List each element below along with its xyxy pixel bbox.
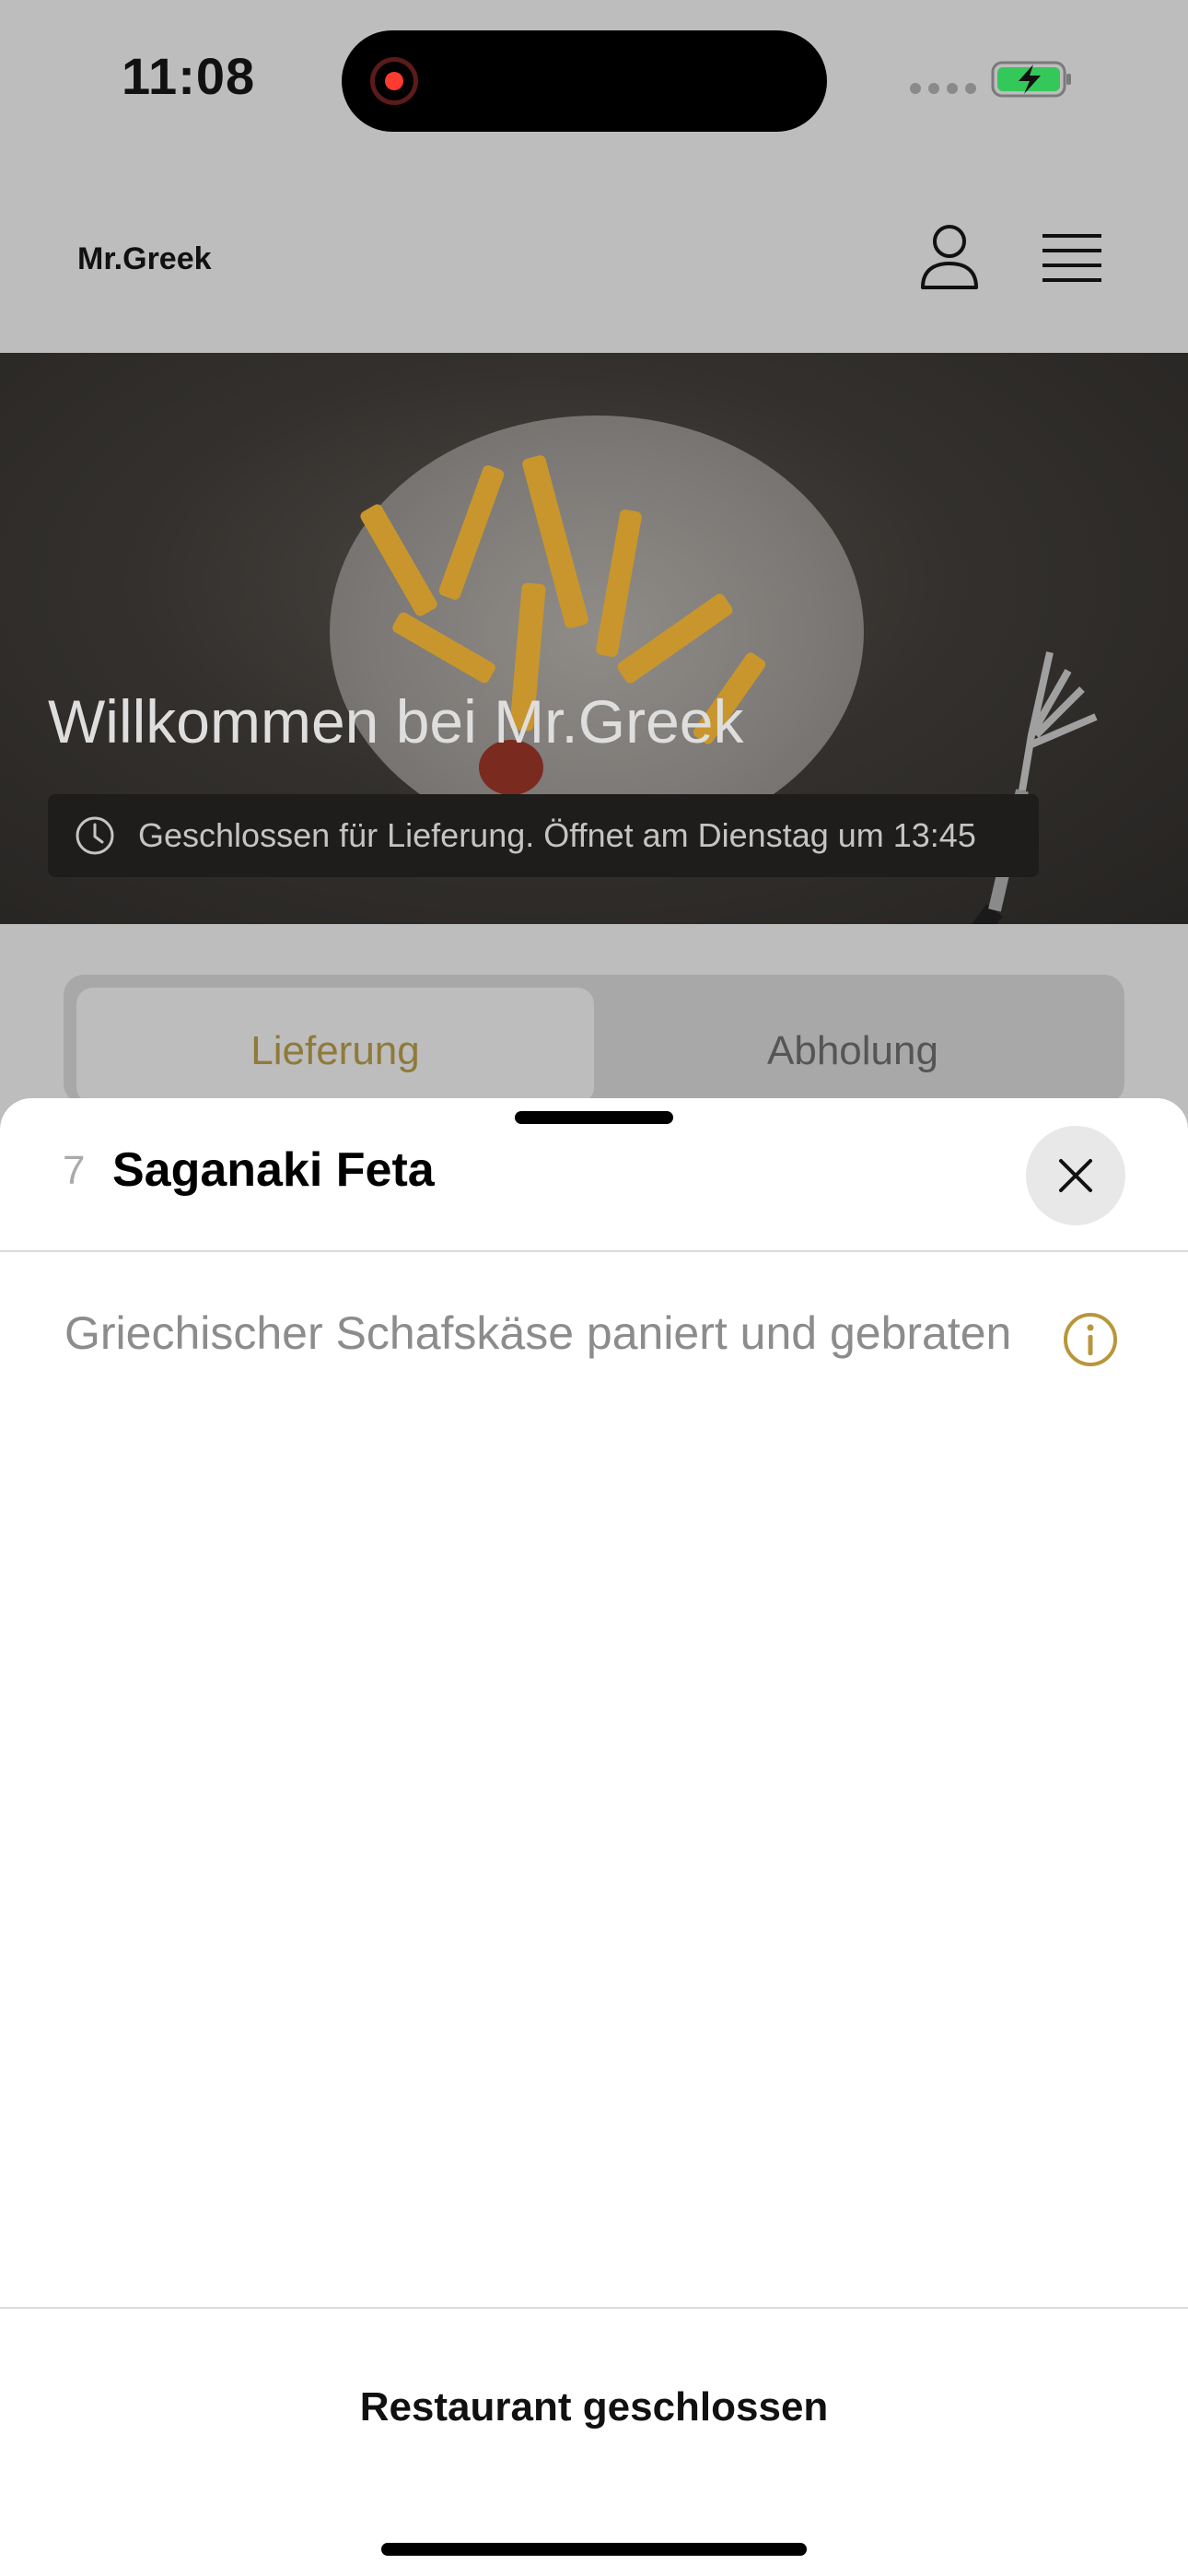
battery-icon xyxy=(991,61,1071,98)
menu-icon[interactable] xyxy=(1041,230,1103,286)
item-title: Saganaki Feta xyxy=(112,1143,435,1197)
clock-icon xyxy=(76,816,114,855)
user-icon[interactable] xyxy=(919,223,980,291)
hero-title: Willkommen bei Mr.Greek xyxy=(48,687,744,755)
divider xyxy=(0,1250,1188,1252)
tab-delivery-label[interactable]: Lieferung xyxy=(76,1028,594,1074)
item-description: Griechischer Schafskäse paniert und gebr… xyxy=(64,1307,1012,1359)
record-icon xyxy=(370,57,418,105)
tab-pickup[interactable]: Abholung xyxy=(594,1028,1112,1074)
brand-title[interactable]: Mr.Greek xyxy=(77,241,212,277)
info-icon[interactable] xyxy=(1062,1311,1119,1368)
signal-icon xyxy=(910,83,976,94)
sheet-grabber[interactable] xyxy=(515,1111,673,1124)
status-time: 11:08 xyxy=(122,47,256,105)
item-number: 7 xyxy=(63,1148,86,1193)
close-button[interactable] xyxy=(1026,1126,1125,1225)
restaurant-closed-label: Restaurant geschlossen xyxy=(359,2384,829,2430)
closed-notice: Geschlossen für Lieferung. Öffnet am Die… xyxy=(138,816,976,854)
home-indicator[interactable] xyxy=(381,2543,807,2556)
close-icon xyxy=(1059,1159,1092,1192)
divider xyxy=(0,2307,1188,2309)
